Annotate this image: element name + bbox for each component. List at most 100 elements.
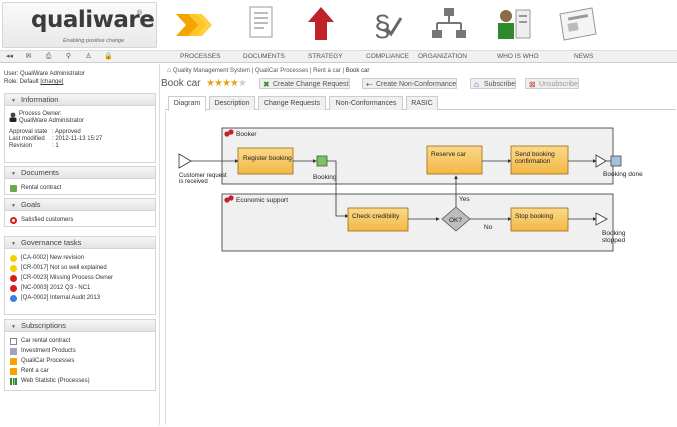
task-send-label: Send booking — [515, 151, 555, 158]
status-dot-icon — [10, 285, 17, 292]
create-non-conformance-button[interactable]: ⇠ Create Non-Conformance — [362, 78, 458, 89]
subscription-item[interactable]: Web Statistic (Processes) — [5, 376, 155, 386]
role-label: Role: Default — [4, 79, 39, 85]
create-change-request-button[interactable]: ✖ Create Change Request — [259, 78, 350, 89]
document-label: Rental contract — [21, 185, 62, 191]
breadcrumb-item[interactable]: Rent a car — [313, 68, 341, 74]
subscriptions-header[interactable]: ▼ Subscriptions — [5, 320, 155, 332]
task-stop-label: Stop booking — [515, 213, 553, 220]
status-dot-icon — [10, 295, 17, 302]
news-newspaper-icon[interactable] — [552, 2, 602, 48]
booking-label: Booking — [313, 174, 337, 181]
goal-item[interactable]: Satisfied customers — [5, 215, 155, 225]
tab-change-requests[interactable]: Change Requests — [258, 96, 326, 110]
owner-name[interactable]: QualiWare Administrator — [19, 118, 84, 124]
governance-task[interactable]: [CR-0017] Not so well explained — [5, 263, 155, 273]
brand-tagline: Enabling positive change — [63, 38, 125, 44]
unsubscribe-icon: ⊠ — [529, 80, 536, 89]
nav-compliance[interactable]: COMPLIANCE — [366, 53, 409, 60]
button-label: Subscribe — [484, 81, 516, 88]
unsubscribe-button[interactable]: ⊠ Unsubscribe — [525, 78, 579, 89]
information-header[interactable]: ▼ Information — [5, 94, 155, 106]
collapse-arrow-icon[interactable]: ▼ — [11, 203, 16, 209]
nav-who-is-who[interactable]: WHO IS WHO — [497, 53, 539, 60]
search-icon[interactable]: ⚲ — [64, 52, 73, 61]
lock-icon[interactable]: 🔒 — [104, 52, 113, 61]
subscription-item[interactable]: Investment Products — [5, 346, 155, 356]
tab-rasic[interactable]: RASIC — [406, 96, 438, 110]
subscription-item[interactable]: Car rental contract — [5, 336, 155, 346]
change-request-icon: ✖ — [263, 80, 270, 89]
star-filled-icon[interactable]: ★ — [214, 78, 223, 89]
documents-icon[interactable] — [236, 2, 286, 48]
task-label: [NC-0003] 2012 Q3 - NC1 — [21, 285, 91, 291]
goals-header[interactable]: ▼ Goals — [5, 199, 155, 211]
print-icon[interactable]: ⎙ — [44, 52, 53, 61]
star-empty-icon[interactable]: ★ — [238, 78, 247, 89]
booking-done-object[interactable] — [610, 155, 622, 167]
processes-icon[interactable] — [170, 2, 220, 48]
subscribe-icon: ⌂ — [474, 80, 479, 89]
task-label: [CR-0017] Not so well explained — [21, 265, 107, 271]
collapse-arrow-icon[interactable]: ▼ — [11, 98, 16, 104]
mail-icon[interactable]: ✉ — [24, 52, 33, 61]
modified-label: Last modified — [9, 136, 45, 142]
breadcrumb-item[interactable]: Quality Management System — [173, 68, 250, 74]
booking-data-object[interactable] — [316, 155, 328, 167]
strategy-arrow-icon[interactable] — [296, 2, 346, 48]
qualiware-logo[interactable]: qualiware ® Enabling positive change — [2, 2, 157, 48]
subscribe-button[interactable]: ⌂ Subscribe — [470, 78, 517, 89]
breadcrumb-current: Book car — [345, 68, 370, 74]
brand-name: qualiware — [31, 7, 155, 33]
governance-title: Governance tasks — [20, 238, 82, 247]
revision-value: : 1 — [52, 143, 59, 149]
organization-chart-icon[interactable] — [424, 2, 474, 48]
top-nav-bar: ◂◂ ✉ ⎙ ⚲ ♙ 🔒 PROCESSES DOCUMENTS STRATEG… — [0, 51, 677, 63]
nav-news[interactable]: NEWS — [574, 53, 594, 60]
tab-description[interactable]: Description — [209, 96, 255, 110]
collapse-arrow-icon[interactable]: ▼ — [11, 171, 16, 177]
governance-task[interactable]: [CR-0023] Missing Process Owner — [5, 273, 155, 283]
star-filled-icon[interactable]: ★ — [206, 78, 215, 89]
subscription-label: Web Statistic (Processes) — [21, 378, 90, 384]
user-icon[interactable]: ♙ — [84, 52, 93, 61]
nav-documents[interactable]: DOCUMENTS — [243, 53, 285, 60]
task-reserve-label: Reserve car — [431, 151, 467, 158]
user-line: User: QualiWare Administrator — [4, 71, 85, 77]
goals-title: Goals — [20, 200, 41, 209]
change-role-link[interactable]: [change] — [40, 79, 63, 85]
subscription-item[interactable]: Rent a car — [5, 366, 155, 376]
header: qualiware ® Enabling positive change § — [0, 0, 677, 51]
document-item[interactable]: Rental contract — [5, 183, 155, 193]
who-is-who-icon[interactable] — [488, 2, 538, 48]
collapse-arrow-icon[interactable]: ▼ — [11, 324, 16, 330]
nav-organization[interactable]: ORGANIZATION — [418, 53, 467, 60]
compliance-paragraph-icon[interactable]: § — [360, 2, 410, 48]
start-event-trigger[interactable] — [178, 153, 192, 169]
home-icon[interactable]: ⌂ — [167, 67, 171, 74]
star-filled-icon[interactable]: ★ — [222, 78, 231, 89]
nav-strategy[interactable]: STRATEGY — [308, 53, 343, 60]
task-label: [QA-0002] Internal Audit 2013 — [21, 295, 101, 301]
collapse-arrow-icon[interactable]: ▼ — [11, 241, 16, 247]
subscription-label: Car rental contract — [21, 338, 71, 344]
rating-stars[interactable]: ★★★★★ — [206, 78, 247, 89]
process-icon — [10, 368, 17, 375]
governance-task[interactable]: [QA-0002] Internal Audit 2013 — [5, 293, 155, 303]
star-filled-icon[interactable]: ★ — [230, 78, 239, 89]
breadcrumb-item[interactable]: QualiCar Processes — [255, 68, 308, 74]
tab-non-conformances[interactable]: Non-Conformances — [329, 96, 403, 110]
governance-task[interactable]: [CA-0002] New revision — [5, 253, 155, 263]
status-dot-icon — [10, 275, 17, 282]
booking-stopped-label: stopped — [602, 237, 626, 244]
back-forward-icon[interactable]: ◂◂ — [5, 52, 14, 61]
subscriptions-title: Subscriptions — [20, 321, 66, 330]
breadcrumb: ⌂ Quality Management System | QualiCar P… — [167, 67, 369, 74]
documents-header[interactable]: ▼ Documents — [5, 167, 155, 179]
nav-processes[interactable]: PROCESSES — [180, 53, 220, 60]
tab-diagram[interactable]: Diagram — [168, 96, 206, 111]
subscription-item[interactable]: QualiCar Processes — [5, 356, 155, 366]
documents-panel: ▼ Documents Rental contract — [4, 166, 156, 195]
governance-header[interactable]: ▼ Governance tasks — [5, 237, 155, 249]
governance-task[interactable]: [NC-0003] 2012 Q3 - NC1 — [5, 283, 155, 293]
